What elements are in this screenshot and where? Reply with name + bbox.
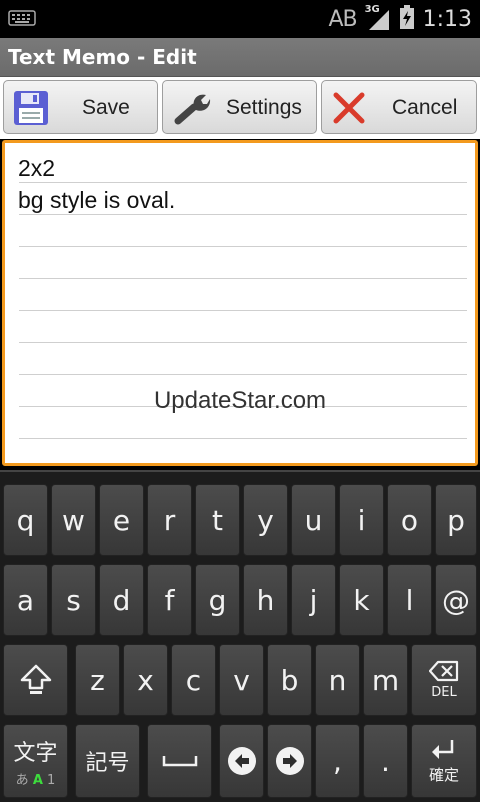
ruled-line	[19, 438, 467, 439]
shift-key[interactable]	[3, 644, 68, 716]
ruled-line	[19, 278, 467, 279]
key-o[interactable]: o	[387, 484, 432, 556]
arrow-right-icon	[275, 747, 304, 775]
key-l[interactable]: l	[387, 564, 432, 636]
symbol-key[interactable]: 記号	[75, 724, 140, 798]
app-title: Text Memo - Edit	[8, 45, 197, 69]
title-bar: Text Memo - Edit	[0, 38, 480, 77]
memo-editor[interactable]: 2x2 bg style is oval. UpdateStar.com	[2, 140, 478, 466]
soft-keyboard: q w e r t y u i o p a s d f g h j k l @ …	[0, 470, 480, 802]
save-button[interactable]: Save	[3, 80, 158, 134]
backspace-icon	[429, 660, 459, 682]
input-mode-label: 文字	[13, 740, 58, 766]
cancel-button[interactable]: Cancel	[321, 80, 477, 134]
enter-icon	[432, 739, 454, 759]
key-r[interactable]: r	[147, 484, 192, 556]
key-j[interactable]: j	[291, 564, 336, 636]
key-z[interactable]: z	[75, 644, 120, 716]
key-at[interactable]: @	[435, 564, 477, 636]
key-g[interactable]: g	[195, 564, 240, 636]
enter-key[interactable]: 確定	[411, 724, 477, 798]
keyboard-notification-icon	[8, 10, 36, 26]
clock: 1:13	[422, 6, 472, 32]
ruled-line	[19, 342, 467, 343]
memo-line-1: 2x2	[18, 155, 56, 181]
delete-label: DEL	[431, 685, 457, 700]
key-k[interactable]: k	[339, 564, 384, 636]
input-mode-key[interactable]: 文字 あ A 1	[3, 724, 68, 798]
space-icon	[162, 756, 197, 767]
ruled-line	[19, 374, 467, 375]
input-mode-indicator: AB	[328, 6, 357, 32]
cursor-left-key[interactable]	[219, 724, 264, 798]
memo-line-2: bg style is oval.	[18, 187, 176, 213]
settings-label: Settings	[226, 96, 302, 119]
delete-key[interactable]: DEL	[411, 644, 477, 716]
key-s[interactable]: s	[51, 564, 96, 636]
key-v[interactable]: v	[219, 644, 264, 716]
key-h[interactable]: h	[243, 564, 288, 636]
cursor-right-key[interactable]	[267, 724, 312, 798]
key-u[interactable]: u	[291, 484, 336, 556]
key-a[interactable]: a	[3, 564, 48, 636]
ruled-line	[19, 214, 467, 215]
floppy-disk-icon	[14, 91, 48, 125]
space-key[interactable]	[147, 724, 212, 798]
key-c[interactable]: c	[171, 644, 216, 716]
ruled-line	[19, 246, 467, 247]
key-d[interactable]: d	[99, 564, 144, 636]
input-mode-options: あ A 1	[15, 772, 56, 788]
arrow-left-icon	[227, 747, 256, 775]
key-b[interactable]: b	[267, 644, 312, 716]
comma-key[interactable]: ,	[315, 724, 360, 798]
period-key[interactable]: .	[363, 724, 408, 798]
ruled-line	[19, 310, 467, 311]
cancel-label: Cancel	[392, 96, 458, 119]
key-e[interactable]: e	[99, 484, 144, 556]
save-label: Save	[82, 96, 130, 119]
shift-icon	[20, 664, 51, 694]
signal-3g-icon: 3G	[365, 4, 391, 32]
toolbar: Save Settings Cancel	[0, 77, 480, 139]
wrench-icon	[174, 94, 211, 125]
key-y[interactable]: y	[243, 484, 288, 556]
key-q[interactable]: q	[3, 484, 48, 556]
key-p[interactable]: p	[435, 484, 477, 556]
key-w[interactable]: w	[51, 484, 96, 556]
ruled-line	[19, 182, 467, 183]
settings-button[interactable]: Settings	[162, 80, 317, 134]
key-i[interactable]: i	[339, 484, 384, 556]
close-icon	[333, 92, 365, 124]
key-x[interactable]: x	[123, 644, 168, 716]
key-t[interactable]: t	[195, 484, 240, 556]
battery-icon	[399, 4, 415, 34]
key-m[interactable]: m	[363, 644, 408, 716]
key-f[interactable]: f	[147, 564, 192, 636]
key-n[interactable]: n	[315, 644, 360, 716]
watermark: UpdateStar.com	[153, 387, 327, 414]
enter-label: 確定	[428, 765, 459, 784]
status-bar: AB 3G 1:13	[0, 0, 480, 38]
